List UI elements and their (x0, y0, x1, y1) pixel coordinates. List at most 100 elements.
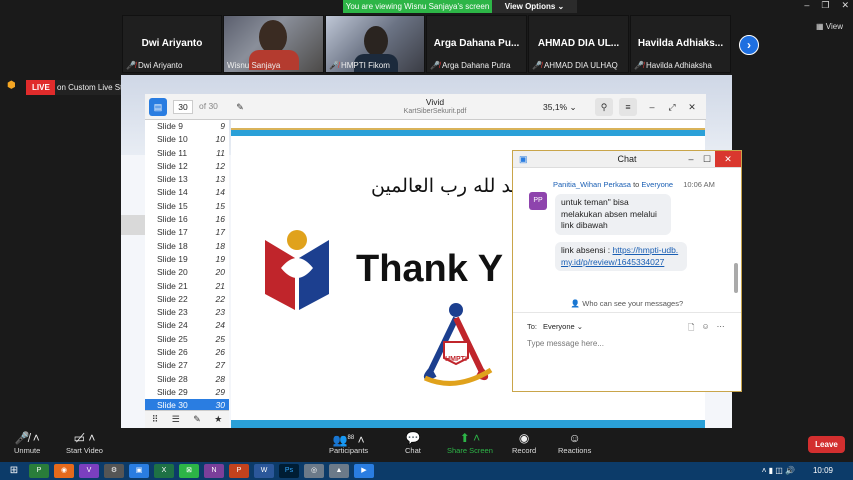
more-icon[interactable]: ⋯ (717, 322, 725, 336)
slide-list-item[interactable]: Slide 25 25 (145, 333, 229, 346)
slide-list-item[interactable]: Slide 28 28 (145, 373, 229, 386)
minimize-button[interactable]: – (804, 0, 809, 11)
participant-tile[interactable]: Dwi Ariyanto 🎤̸ Dwi Ariyanto (122, 15, 222, 73)
slide-number: 20 (215, 267, 225, 278)
list-view-icon[interactable]: ☰ (172, 414, 180, 425)
restore-icon[interactable]: ⤢ (663, 98, 681, 116)
slide-list-item[interactable]: Slide 21 21 (145, 280, 229, 293)
participants-button[interactable]: 👥88 ˄ Participants (329, 430, 368, 455)
photoshop-icon[interactable]: Ps (279, 464, 299, 478)
view-options-button[interactable]: View Options ⌄ (492, 0, 577, 13)
slide-list-item[interactable]: Slide 20 20 (145, 266, 229, 279)
page-number-input[interactable]: 30 (173, 100, 193, 114)
chat-maximize-button[interactable]: ☐ (699, 151, 715, 167)
chat-scrollbar[interactable] (734, 263, 738, 293)
chat-message-input[interactable]: Type message here... (527, 339, 604, 348)
slide-list-item[interactable]: Slide 14 14 (145, 186, 229, 199)
slide-list-item[interactable]: Slide 24 24 (145, 319, 229, 332)
unmute-button[interactable]: 🎤̸ ˄ Unmute (14, 430, 40, 455)
viewing-banner: You are viewing Wisnu Sanjaya's screen V… (343, 0, 577, 13)
close-icon[interactable]: ✕ (683, 98, 701, 116)
slide-list-item[interactable]: Slide 18 18 (145, 240, 229, 253)
chat-titlebar: ▣ Chat – ☐ ✕ (513, 151, 741, 168)
reactions-button[interactable]: ☺ Reactions (558, 430, 591, 455)
slide-list-item[interactable]: Slide 19 19 (145, 253, 229, 266)
slide-number: 13 (215, 174, 225, 185)
participant-label: 🎤̸ Dwi Ariyanto (126, 61, 183, 70)
live-badge[interactable]: LIVE (26, 80, 56, 95)
search-icon[interactable]: ⚲ (595, 98, 613, 116)
participant-tile[interactable]: Arga Dahana Pu... 🎤̸ Arga Dahana Putra (426, 15, 527, 73)
zoom-select[interactable]: 35,1% ⌄ (543, 100, 587, 114)
recipient-dropdown[interactable]: Everyone ⌄ (543, 322, 584, 331)
edit-icon[interactable]: ✎ (193, 414, 201, 425)
slide-list-item[interactable]: Slide 11 11 (145, 147, 229, 160)
slide-list-item[interactable]: Slide 22 22 (145, 293, 229, 306)
file-icon[interactable]: 🗋 (688, 322, 694, 336)
chat-close-button[interactable]: ✕ (715, 151, 741, 167)
close-button[interactable]: ✕ (841, 0, 849, 11)
leave-button[interactable]: Leave (808, 436, 845, 453)
slide-list-item[interactable]: Slide 23 23 (145, 306, 229, 319)
app-title: Vivid (425, 97, 445, 107)
excel-icon[interactable]: X (154, 464, 174, 478)
taskbar-app-icon[interactable]: ⚙ (104, 464, 124, 478)
slide-number: 28 (215, 373, 225, 384)
pencil-icon[interactable]: ✎ (231, 98, 249, 116)
minimize-icon[interactable]: – (643, 98, 661, 116)
participant-label: 🎤̸ HMPTI Fikom (329, 61, 390, 70)
participant-tile-video[interactable]: Wisnu Sanjaya (223, 15, 324, 73)
message-sender[interactable]: Panitia_Wihan Perkasa (553, 180, 631, 189)
security-shield-icon[interactable]: ⬢ (7, 80, 16, 91)
slide-list-item[interactable]: Slide 13 13 (145, 173, 229, 186)
record-button[interactable]: ◉ Record (512, 430, 536, 455)
chrome-icon[interactable]: ◎ (304, 464, 324, 478)
share-screen-button[interactable]: ⬆ ˄ Share Screen (447, 430, 493, 455)
muted-mic-icon: 🎤̸ (126, 61, 136, 70)
slide-list-item[interactable]: Slide 10 10 (145, 133, 229, 146)
grid-view-icon[interactable]: ⠿ (152, 414, 159, 425)
taskbar-app-icon[interactable]: P (29, 464, 49, 478)
powerpoint-icon[interactable]: P (229, 464, 249, 478)
menu-icon[interactable]: ≡ (619, 98, 637, 116)
system-tray-icons[interactable]: ˄ ▮ ◫ 🔊 (762, 466, 795, 475)
firefox-icon[interactable]: ◉ (54, 464, 74, 478)
slide-list-footer: ⠿ ☰ ✎ ★ (145, 410, 229, 428)
participant-tile[interactable]: Havilda Adhiaks... 🎤̸ Havilda Adhiaksha (630, 15, 731, 73)
participant-tile[interactable]: AHMAD DIA UL... 🎤̸ AHMAD DIA ULHAQ (528, 15, 629, 73)
view-button[interactable]: ▦ View (816, 22, 843, 31)
taskbar-app-icon[interactable]: ⊠ (179, 464, 199, 478)
pdf-toolbar: ▤ 30 of 30 ✎ Vivid KartSiberSekurit.pdf … (145, 94, 706, 120)
restore-button[interactable]: ❐ (821, 0, 829, 11)
participant-video (259, 20, 287, 54)
windows-start-icon[interactable]: ⊞ (4, 464, 24, 478)
slide-list-item[interactable]: Slide 12 12 (145, 160, 229, 173)
slide-list-item[interactable]: Slide 27 27 (145, 359, 229, 372)
slide-list-item[interactable]: Slide 29 29 (145, 386, 229, 399)
next-page-icon[interactable]: › (739, 35, 759, 55)
chat-button[interactable]: 💬 Chat (405, 430, 421, 455)
slide-list-item[interactable]: Slide 16 16 (145, 213, 229, 226)
zoom-icon[interactable]: ▶ (354, 464, 374, 478)
slide-list-item[interactable]: Slide 15 15 (145, 200, 229, 213)
taskbar-app-icon[interactable]: ▣ (129, 464, 149, 478)
muted-mic-icon: 🎤̸ (532, 61, 542, 70)
participant-label: Wisnu Sanjaya (227, 61, 281, 70)
onenote-icon[interactable]: N (204, 464, 224, 478)
emoji-icon[interactable]: ☺ (701, 322, 709, 336)
who-can-see-link[interactable]: 👤 Who can see your messages? (513, 299, 741, 308)
slide-list-item[interactable]: Slide 9 9 (145, 120, 229, 133)
taskbar-app-icon[interactable]: ▲ (329, 464, 349, 478)
chat-minimize-button[interactable]: – (683, 151, 699, 167)
taskbar-app-icon[interactable]: V (79, 464, 99, 478)
participant-name: AHMAD DIA UL... (537, 38, 620, 49)
word-icon[interactable]: W (254, 464, 274, 478)
sidebar-toggle-icon[interactable]: ▤ (149, 98, 167, 116)
star-icon[interactable]: ★ (214, 414, 222, 425)
participant-label: 🎤̸ Havilda Adhiaksha (634, 61, 712, 70)
grid-icon: ▦ (816, 22, 826, 31)
participant-tile-video[interactable]: 🎤̸ HMPTI Fikom (325, 15, 425, 73)
start-video-button[interactable]: ▭̸ ˄ Start Video (66, 430, 103, 455)
slide-list-item[interactable]: Slide 26 26 (145, 346, 229, 359)
slide-list-item[interactable]: Slide 17 17 (145, 226, 229, 239)
